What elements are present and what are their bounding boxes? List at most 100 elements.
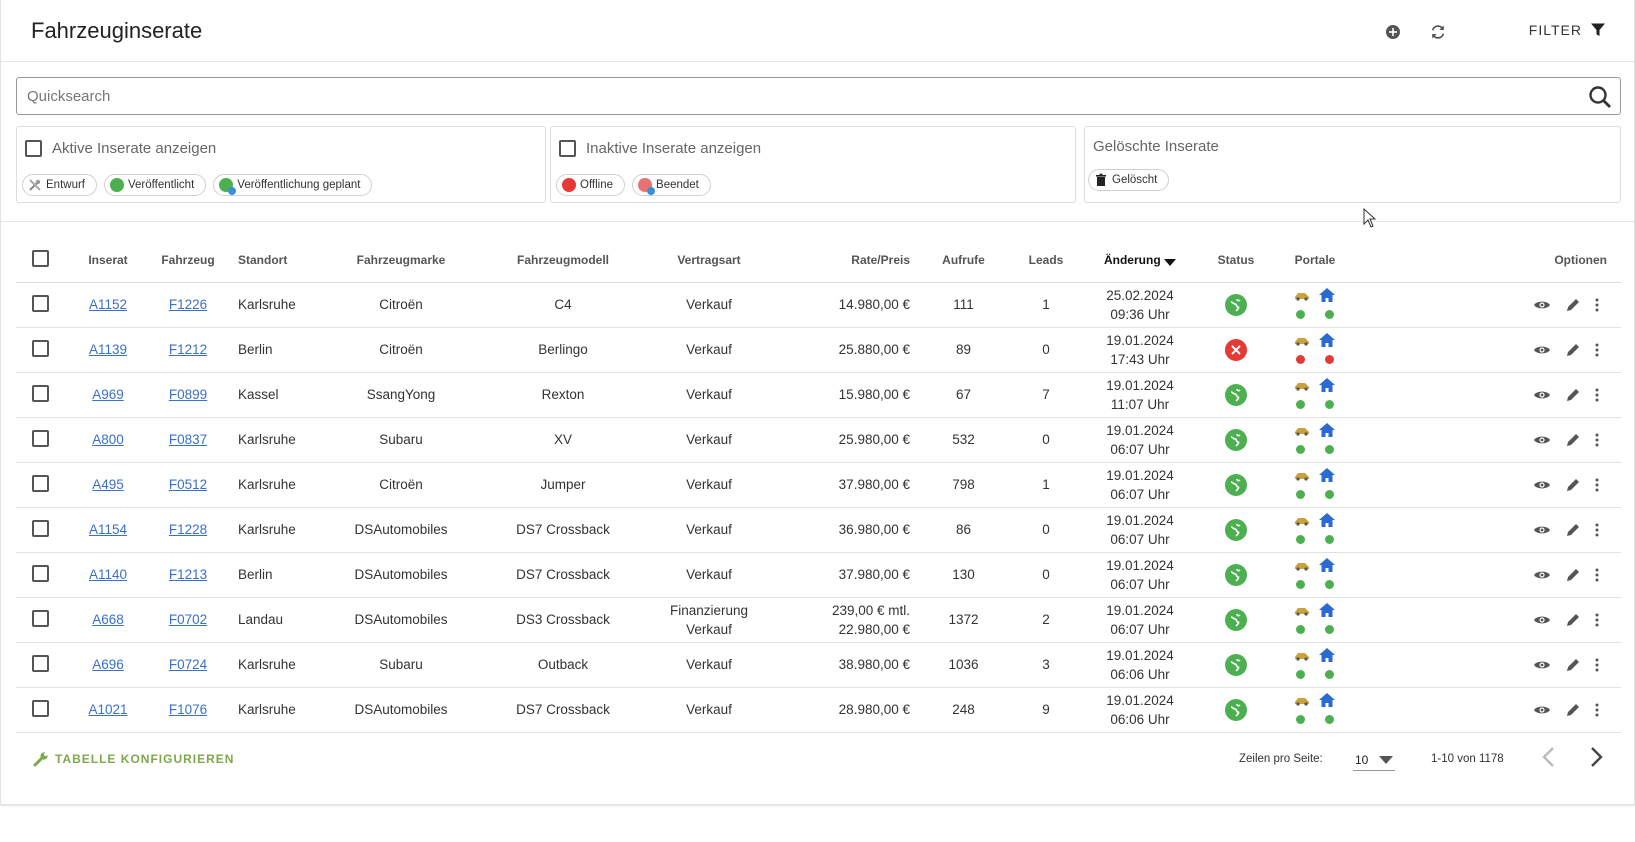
view-eye-icon[interactable] xyxy=(1533,299,1551,311)
more-vertical-icon[interactable] xyxy=(1595,568,1599,582)
chip-published[interactable]: Veröffentlicht xyxy=(104,174,207,196)
view-eye-icon[interactable] xyxy=(1533,479,1551,491)
select-all-checkbox[interactable] xyxy=(32,249,49,267)
row-checkbox[interactable] xyxy=(32,699,49,717)
view-eye-icon[interactable] xyxy=(1533,389,1551,401)
vehicle-id-link[interactable]: F0837 xyxy=(169,432,207,447)
listing-id-link[interactable]: A495 xyxy=(92,477,124,492)
col-inserat[interactable]: Inserat xyxy=(68,238,148,283)
listing-id-link[interactable]: A696 xyxy=(92,657,124,672)
row-checkbox[interactable] xyxy=(32,654,49,672)
edit-pencil-icon[interactable] xyxy=(1565,432,1581,448)
row-checkbox[interactable] xyxy=(32,429,49,447)
quicksearch-input[interactable] xyxy=(17,78,1557,114)
more-vertical-icon[interactable] xyxy=(1595,703,1599,717)
more-vertical-icon[interactable] xyxy=(1595,523,1599,537)
chip-offline[interactable]: Offline xyxy=(556,174,626,196)
col-leads[interactable]: Leads xyxy=(1011,238,1081,283)
listing-id-link[interactable]: A668 xyxy=(92,612,124,627)
row-checkbox[interactable] xyxy=(32,564,49,582)
more-vertical-icon[interactable] xyxy=(1595,298,1599,312)
row-checkbox[interactable] xyxy=(32,294,49,312)
view-eye-icon[interactable] xyxy=(1533,569,1551,581)
edit-pencil-icon[interactable] xyxy=(1565,297,1581,313)
listing-id-link[interactable]: A1139 xyxy=(89,342,127,357)
col-aenderung[interactable]: Änderung xyxy=(1081,238,1199,283)
row-checkbox[interactable] xyxy=(32,384,49,402)
view-eye-icon[interactable] xyxy=(1533,704,1551,716)
search-icon[interactable] xyxy=(1588,85,1612,114)
brand-cell: DSAutomobiles xyxy=(326,552,476,598)
vehicle-id-link[interactable]: F0702 xyxy=(169,612,207,627)
changed-date: 19.01.2024 xyxy=(1106,512,1174,528)
inactive-listings-checkbox[interactable] xyxy=(559,140,576,157)
view-eye-icon[interactable] xyxy=(1533,434,1551,446)
configure-table-button[interactable]: TABELLE KONFIGURIEREN xyxy=(33,751,234,767)
vehicle-id-link[interactable]: F0899 xyxy=(169,387,207,402)
table-row: A1152 F1226 Karlsruhe Citroën C4 Verkauf 14.98… xyxy=(16,282,1621,328)
listing-id-link[interactable]: A1021 xyxy=(88,702,127,717)
chip-scheduled[interactable]: Veröffentlichung geplant xyxy=(213,174,373,196)
price-cell: 37.980,00 € xyxy=(768,462,916,508)
listing-id-link[interactable]: A969 xyxy=(92,387,124,402)
view-eye-icon[interactable] xyxy=(1533,344,1551,356)
more-vertical-icon[interactable] xyxy=(1595,658,1599,672)
edit-pencil-icon[interactable] xyxy=(1565,702,1581,718)
edit-pencil-icon[interactable] xyxy=(1565,342,1581,358)
more-vertical-icon[interactable] xyxy=(1595,343,1599,357)
col-aufrufe[interactable]: Aufrufe xyxy=(916,238,1011,283)
view-eye-icon[interactable] xyxy=(1533,524,1551,536)
chip-deleted[interactable]: Gelöscht xyxy=(1088,169,1170,191)
rows-per-page-select[interactable]: 10 xyxy=(1353,749,1395,771)
row-checkbox[interactable] xyxy=(32,609,49,627)
vehicle-id-link[interactable]: F0512 xyxy=(169,477,207,492)
col-modell[interactable]: Fahrzeugmodell xyxy=(476,238,650,283)
brand-cell: DSAutomobiles xyxy=(326,597,476,643)
edit-pencil-icon[interactable] xyxy=(1565,567,1581,583)
col-marke[interactable]: Fahrzeugmarke xyxy=(326,238,476,283)
more-vertical-icon[interactable] xyxy=(1595,433,1599,447)
more-vertical-icon[interactable] xyxy=(1595,613,1599,627)
edit-pencil-icon[interactable] xyxy=(1565,657,1581,673)
listing-id-link[interactable]: A800 xyxy=(92,432,124,447)
edit-pencil-icon[interactable] xyxy=(1565,612,1581,628)
views-cell: 798 xyxy=(916,462,1011,508)
prev-page-button[interactable] xyxy=(1539,745,1559,774)
col-status[interactable]: Status xyxy=(1199,238,1273,283)
chip-ended[interactable]: Beendet xyxy=(632,174,711,196)
view-eye-icon[interactable] xyxy=(1533,614,1551,626)
vehicle-id-link[interactable]: F1228 xyxy=(169,522,207,537)
more-vertical-icon[interactable] xyxy=(1595,388,1599,402)
changed-cell: 19.01.2024 06:07 Uhr xyxy=(1081,597,1199,643)
home-portal-icon xyxy=(1319,423,1335,437)
col-standort[interactable]: Standort xyxy=(228,238,326,283)
chip-draft[interactable]: Entwurf xyxy=(22,174,97,196)
col-preis[interactable]: Rate/Preis xyxy=(768,238,916,283)
vehicle-id-link[interactable]: F1076 xyxy=(169,702,207,717)
row-checkbox[interactable] xyxy=(32,519,49,537)
portal-status-dot xyxy=(1296,399,1305,409)
edit-pencil-icon[interactable] xyxy=(1565,477,1581,493)
col-fahrzeug[interactable]: Fahrzeug xyxy=(148,238,228,283)
vehicle-id-link[interactable]: F1212 xyxy=(169,342,207,357)
listing-id-link[interactable]: A1140 xyxy=(89,567,127,582)
changed-time: 06:07 Uhr xyxy=(1110,441,1170,457)
row-checkbox[interactable] xyxy=(32,474,49,492)
edit-pencil-icon[interactable] xyxy=(1565,522,1581,538)
more-vertical-icon[interactable] xyxy=(1595,478,1599,492)
edit-pencil-icon[interactable] xyxy=(1565,387,1581,403)
next-page-button[interactable] xyxy=(1586,745,1606,774)
row-checkbox[interactable] xyxy=(32,339,49,357)
table-header-row: Inserat Fahrzeug Standort Fahrzeugmarke … xyxy=(16,238,1621,283)
active-listings-checkbox[interactable] xyxy=(25,140,42,157)
view-eye-icon[interactable] xyxy=(1533,659,1551,671)
listing-id-link[interactable]: A1154 xyxy=(89,522,127,537)
filter-button[interactable]: FILTER xyxy=(1529,22,1606,38)
col-vertragsart[interactable]: Vertragsart xyxy=(650,238,768,283)
listing-id-link[interactable]: A1152 xyxy=(89,297,127,312)
refresh-button[interactable] xyxy=(1428,22,1448,42)
add-listing-button[interactable] xyxy=(1383,22,1403,42)
vehicle-id-link[interactable]: F1213 xyxy=(169,567,207,582)
vehicle-id-link[interactable]: F0724 xyxy=(169,657,207,672)
vehicle-id-link[interactable]: F1226 xyxy=(169,297,207,312)
